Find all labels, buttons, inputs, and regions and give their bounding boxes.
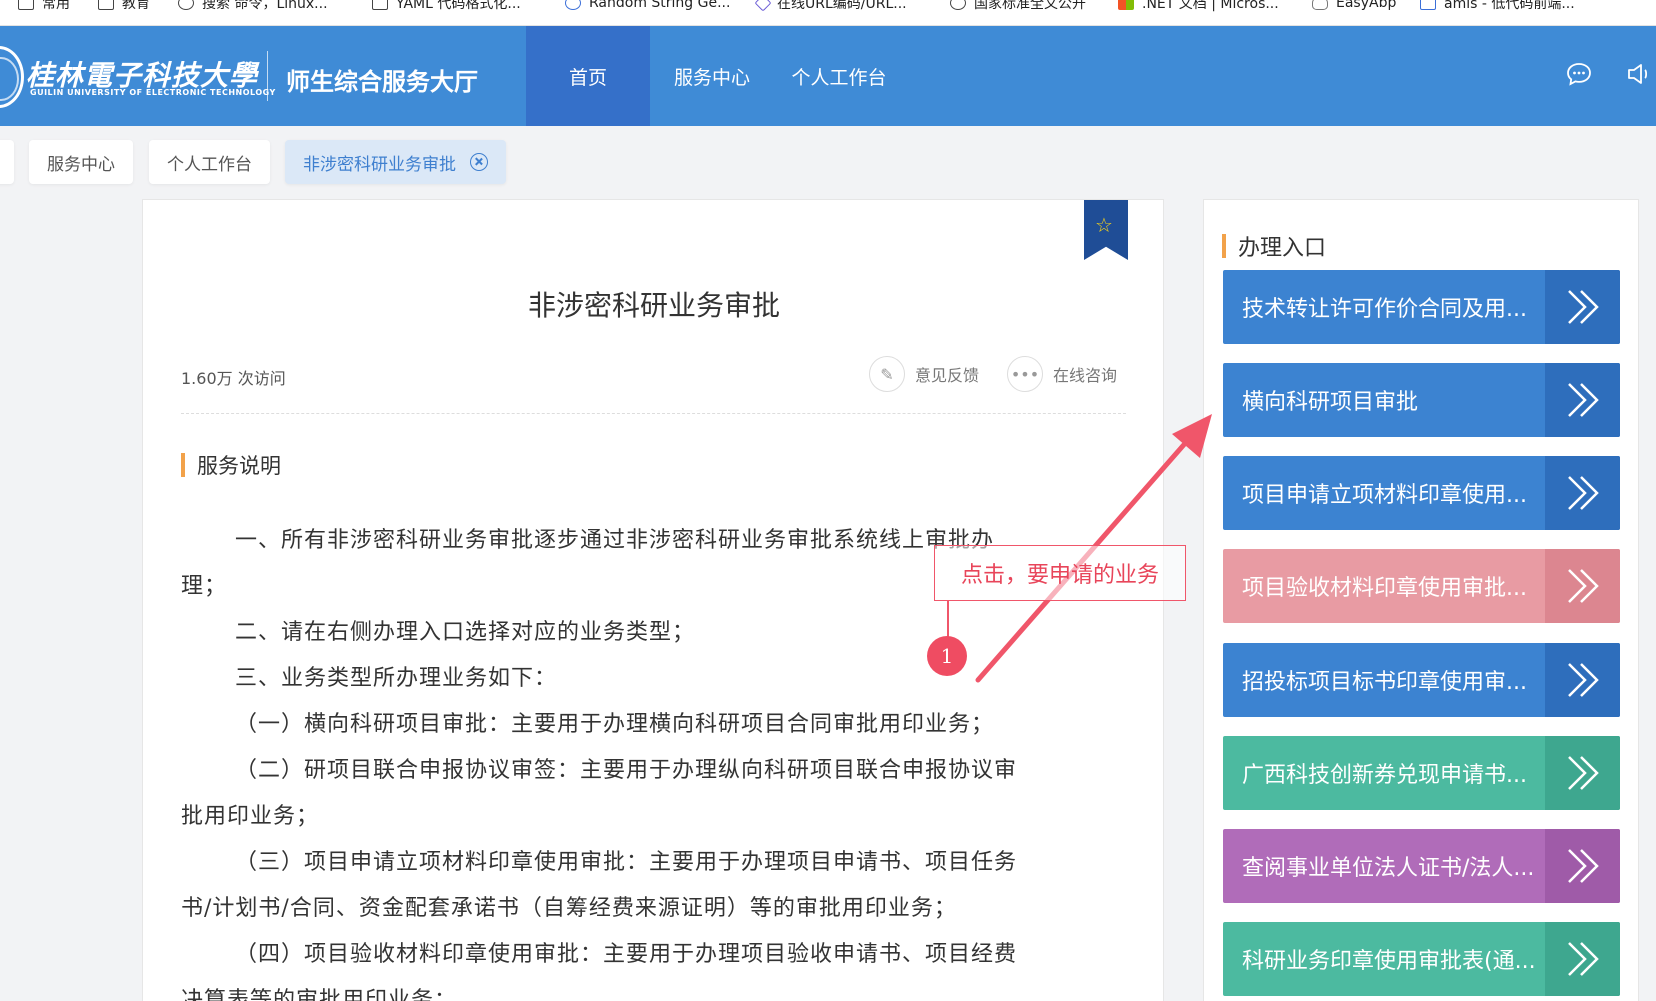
description-paragraph: 书/计划书/合同、资金配套承诺书（自筹经费来源证明）等的审批用印业务；	[181, 896, 957, 921]
entry-panel-title: 办理入口	[1222, 230, 1326, 262]
windows-icon	[1118, 0, 1134, 10]
generator-icon	[565, 0, 581, 10]
double-chevron-right-icon	[1545, 922, 1620, 996]
main-nav: 首页 服务中心 个人工作台	[526, 26, 904, 126]
double-chevron-right-icon	[1545, 643, 1620, 717]
double-chevron-right-icon	[1545, 270, 1620, 344]
bookmark-item[interactable]: EasyAbp	[1312, 0, 1396, 14]
chat-icon: •••	[1007, 356, 1043, 392]
consult-button[interactable]: ••• 在线咨询	[1007, 356, 1117, 392]
tab-personal-workspace[interactable]: 个人工作台	[149, 140, 270, 184]
description-paragraph: （二）研项目联合申报协议审签：主要用于办理纵向科研项目联合申报协议审	[235, 758, 1018, 783]
linux-penguin-icon	[178, 0, 194, 10]
bookmark-item[interactable]: 在线URL编码/URL...	[754, 0, 907, 14]
folder-icon	[98, 0, 114, 10]
double-chevron-right-icon	[1545, 829, 1620, 903]
double-chevron-right-icon	[1545, 456, 1620, 530]
bookmark-item[interactable]: 常用	[18, 0, 70, 14]
entry-innovation-voucher[interactable]: 广西科技创新券兑现申请书...	[1223, 736, 1620, 810]
bookmark-item[interactable]: 搜索 命令，Linux...	[178, 0, 328, 14]
entry-horizontal-project[interactable]: 横向科研项目审批	[1223, 363, 1620, 437]
page-title: 非涉密科研业务审批	[527, 289, 780, 322]
section-bar	[181, 453, 185, 477]
description-paragraph: （一）横向科研项目审批：主要用于办理横向科研项目合同审批用印业务；	[235, 712, 995, 737]
close-icon[interactable]	[470, 153, 488, 171]
bookmark-item[interactable]: Random String Ge...	[565, 0, 730, 14]
visit-count: 1.60万 次访问	[181, 369, 286, 388]
bookmark-item[interactable]: 国家标准全文公开	[950, 0, 1086, 14]
nav-service-center[interactable]: 服务中心	[650, 26, 774, 126]
diamond-icon	[754, 0, 772, 12]
feedback-button[interactable]: ✎ 意见反馈	[869, 356, 979, 392]
bookmarks-bar: 常用 教育 搜索 命令，Linux... YAML 代码格式化... Rando…	[0, 0, 1656, 26]
speaker-icon[interactable]	[1626, 62, 1652, 86]
favorite-ribbon[interactable]: ☆	[1084, 200, 1128, 260]
annotation-connector	[947, 601, 949, 637]
entry-bidding[interactable]: 招投标项目标书印章使用审...	[1223, 643, 1620, 717]
nav-personal-workspace[interactable]: 个人工作台	[774, 26, 904, 126]
pencil-icon: ✎	[869, 356, 905, 392]
easyabp-icon	[1312, 0, 1328, 10]
step-badge: 1	[927, 636, 967, 676]
site-title: 师生综合服务大厅	[286, 68, 478, 96]
logo-english: GUILIN UNIVERSITY OF ELECTRONIC TECHNOLO…	[30, 88, 276, 97]
tab-partial[interactable]	[0, 140, 14, 184]
description-paragraph: （四）项目验收材料印章使用审批：主要用于办理项目验收申请书、项目经费	[235, 942, 1018, 967]
double-chevron-right-icon	[1545, 549, 1620, 623]
entry-seal-usage[interactable]: 科研业务印章使用审批表(通...	[1223, 922, 1620, 996]
bookmark-item[interactable]: YAML 代码格式化...	[372, 0, 521, 14]
entry-panel: 办理入口 技术转让许可作价合同及用... 横向科研项目审批 项目申请立项材料印章…	[1203, 199, 1639, 1001]
annotation-callout: 点击，要申请的业务	[934, 545, 1186, 601]
tab-service-center[interactable]: 服务中心	[29, 140, 133, 184]
tab-research-approval[interactable]: 非涉密科研业务审批	[285, 140, 506, 184]
entry-project-acceptance[interactable]: 项目验收材料印章使用审批...	[1223, 549, 1620, 623]
double-chevron-right-icon	[1545, 736, 1620, 810]
description-paragraph: （三）项目申请立项材料印章使用审批：主要用于办理项目申请书、项目任务	[235, 850, 1018, 875]
bookmark-item[interactable]: 教育	[98, 0, 150, 14]
site-header: 桂林電子科技大學 GUILIN UNIVERSITY OF ELECTRONIC…	[0, 26, 1656, 126]
tab-bar: 服务中心 个人工作台 非涉密科研业务审批	[0, 126, 1656, 196]
nav-home[interactable]: 首页	[526, 26, 650, 126]
double-chevron-right-icon	[1545, 363, 1620, 437]
folder-icon	[18, 0, 34, 10]
star-icon: ☆	[1095, 213, 1113, 237]
message-icon[interactable]	[1566, 62, 1592, 86]
university-emblem-icon[interactable]	[0, 46, 24, 108]
entry-legal-certificate[interactable]: 查阅事业单位法人证书/法人...	[1223, 829, 1620, 903]
description-paragraph: 决算表等的审批用印业务；	[181, 988, 458, 1001]
section-bar	[1222, 234, 1226, 258]
globe-icon	[950, 0, 966, 10]
entry-tech-transfer[interactable]: 技术转让许可作价合同及用...	[1223, 270, 1620, 344]
logo-divider	[267, 51, 268, 101]
section-title: 服务说明	[181, 450, 281, 480]
description-paragraph: 批用印业务；	[181, 804, 320, 829]
bookmark-item[interactable]: .NET 文档 | Micros...	[1118, 0, 1279, 14]
tool-icon	[372, 0, 388, 10]
bookmark-item[interactable]: amis - 低代码前端...	[1420, 0, 1575, 14]
entry-project-application[interactable]: 项目申请立项材料印章使用...	[1223, 456, 1620, 530]
amis-icon	[1420, 0, 1436, 10]
